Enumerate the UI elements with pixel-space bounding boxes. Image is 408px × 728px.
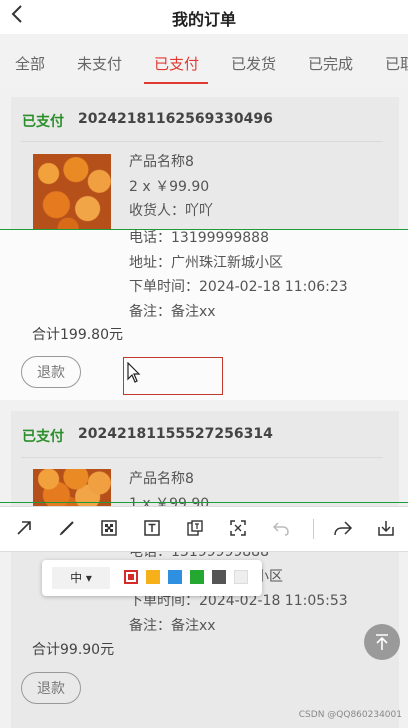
color-palette: 中 ▾: [42, 560, 262, 596]
product-name: 产品名称8: [129, 471, 194, 487]
color-swatch-gray[interactable]: [212, 570, 226, 584]
tab-active-indicator: [144, 82, 208, 84]
tab-all[interactable]: 全部: [15, 53, 45, 74]
annotation-toolbar: [0, 506, 408, 552]
remark: 备注：备注xx: [129, 303, 216, 320]
undo-icon[interactable]: [269, 516, 293, 540]
share-icon[interactable]: [331, 516, 355, 540]
tab-unpaid[interactable]: 未支付: [77, 53, 122, 74]
pen-icon[interactable]: [55, 516, 79, 540]
order-total: 合计99.90元: [32, 642, 115, 658]
color-swatch-red[interactable]: [124, 570, 138, 584]
arrow-icon[interactable]: [12, 516, 36, 540]
quantity-price: 2 x ￥99.90: [129, 178, 210, 195]
color-swatch-white[interactable]: [234, 570, 248, 584]
order-number: 20242181155527256314: [78, 426, 273, 442]
product-image[interactable]: [33, 469, 111, 509]
text-icon[interactable]: [140, 516, 164, 540]
toolbar-separator: [313, 519, 314, 539]
order-status: 已支付: [22, 429, 64, 445]
order-time: 下单时间：2024-02-18 11:06:23: [129, 279, 348, 295]
phone: 电话：13199999888: [129, 230, 269, 246]
watermark: CSDN @QQ860234001: [298, 710, 402, 720]
tab-paid[interactable]: 已支付: [154, 53, 199, 74]
order-info: 产品名称8 2 x ￥99.90 收货人：吖吖: [129, 150, 213, 224]
tab-shipped[interactable]: 已发货: [231, 53, 276, 74]
divider: [21, 141, 383, 142]
ocr-icon[interactable]: [183, 516, 207, 540]
order-tabs: 全部 未支付 已支付 已发货 已完成 已取: [0, 34, 408, 88]
header-bar: 我的订单: [0, 0, 408, 34]
divider: [21, 457, 383, 458]
color-swatch-yellow[interactable]: [146, 570, 160, 584]
mouse-cursor-icon: [127, 361, 141, 388]
product-name: 产品名称8: [129, 154, 194, 170]
mosaic-icon[interactable]: [97, 516, 121, 540]
color-swatch-green[interactable]: [190, 570, 204, 584]
selection-bottom-line: [0, 502, 408, 503]
order-number: 20242181162569330496: [78, 111, 273, 127]
page-title: 我的订单: [171, 10, 236, 29]
order-info-continued: 电话：13199999888 地址：广州珠江新城小区 下单时间：2024-02-…: [129, 226, 348, 324]
download-icon[interactable]: [374, 516, 398, 540]
size-select[interactable]: 中 ▾: [52, 567, 110, 589]
refund-button[interactable]: 退款: [21, 356, 81, 388]
size-select-value: 中: [70, 571, 83, 585]
order-status: 已支付: [22, 114, 64, 130]
color-swatch-blue[interactable]: [168, 570, 182, 584]
arrow-up-icon[interactable]: [364, 624, 400, 660]
crop-icon[interactable]: [226, 516, 250, 540]
tab-cancelled[interactable]: 已取: [385, 53, 408, 74]
refund-button[interactable]: 退款: [21, 672, 81, 704]
address: 地址：广州珠江新城小区: [129, 254, 283, 271]
order-total: 合计199.80元: [32, 327, 123, 343]
caret-down-icon: ▾: [85, 571, 92, 585]
product-image[interactable]: [33, 154, 111, 232]
remark: 备注：备注xx: [129, 617, 216, 634]
tab-completed[interactable]: 已完成: [308, 53, 353, 74]
receiver: 收货人：吖吖: [129, 203, 213, 219]
